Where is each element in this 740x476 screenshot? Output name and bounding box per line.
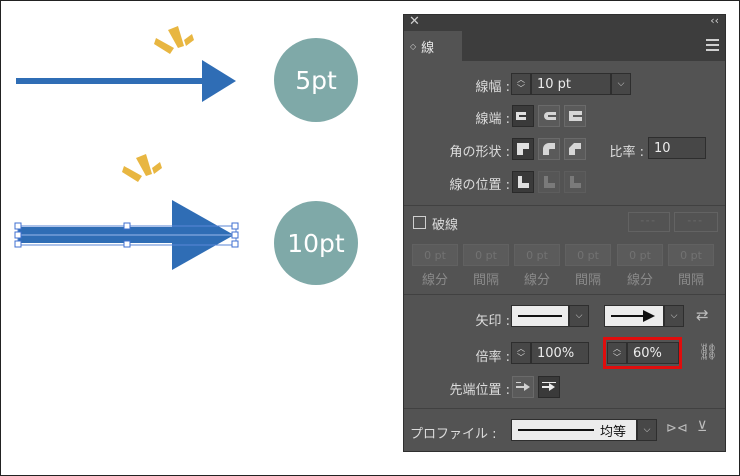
collapse-icon[interactable]: ‹‹	[710, 14, 719, 27]
align-inside-button[interactable]	[538, 171, 560, 193]
artboard: 5pt 10pt	[0, 0, 400, 476]
arrow-align-label: 先端位置 :	[449, 383, 510, 398]
stroke-weight-field[interactable]: 10 pt	[531, 73, 611, 95]
badge-5pt: 5pt	[274, 38, 358, 122]
align-center-button[interactable]	[512, 171, 534, 193]
round-cap-icon	[544, 112, 556, 120]
gap-field-1[interactable]: 0 pt	[463, 244, 509, 266]
gap-label-3: 間隔	[677, 273, 704, 288]
miter-join-icon	[517, 143, 529, 155]
align-inside-icon	[544, 176, 555, 188]
badge-10pt: 10pt	[274, 201, 358, 285]
round-join-button[interactable]	[538, 138, 560, 160]
start-arrowhead-select[interactable]	[511, 305, 569, 327]
bevel-join-icon	[569, 143, 581, 155]
dash-label-1: 線分	[421, 273, 448, 288]
uniform-profile-icon	[518, 429, 594, 431]
round-cap-button[interactable]	[538, 105, 560, 127]
miter-limit-field[interactable]: 10	[648, 137, 706, 159]
gap-label-2: 間隔	[574, 273, 601, 288]
projecting-cap-icon	[569, 111, 582, 121]
panel-titlebar: ✕ ‹‹	[404, 14, 725, 31]
cap-label: 線端 :	[475, 112, 510, 127]
start-scale-stepper[interactable]: ︿ ﹀	[511, 342, 531, 364]
profile-value: 均等	[600, 424, 627, 440]
gap-label-1: 間隔	[472, 273, 499, 288]
arrow-place-icon	[542, 382, 556, 391]
dash-field-2[interactable]: 0 pt	[514, 244, 560, 266]
gap-field-3[interactable]: 0 pt	[668, 244, 714, 266]
butt-cap-icon	[516, 112, 530, 120]
round-join-icon	[543, 143, 555, 155]
align-stroke-label: 線の位置 :	[449, 178, 510, 193]
scale-label: 倍率 :	[475, 350, 510, 365]
arrow-extend-icon	[516, 382, 530, 391]
bevel-join-button[interactable]	[564, 138, 586, 160]
link-scale-icon[interactable]: ⛓	[698, 342, 718, 361]
align-center-icon	[518, 176, 529, 188]
projecting-cap-button[interactable]	[564, 105, 586, 127]
separator	[404, 294, 725, 295]
arrow-right-icon	[611, 310, 655, 322]
profile-label: プロファイル :	[410, 427, 497, 442]
dash-field-1[interactable]: 0 pt	[412, 244, 458, 266]
dash-preserve-button[interactable]: ╴╴╴	[628, 212, 670, 232]
flip-vertical-icon[interactable]: ⊻	[697, 419, 707, 435]
panel-menu-icon[interactable]	[706, 39, 719, 54]
stroke-panel: ✕ ‹‹ ◇ 線 線幅 : ︿ ﹀ 10 pt ⌵ 線端 : 角の形状 : 比率 …	[403, 14, 726, 452]
dash-label-3: 線分	[626, 273, 653, 288]
dashed-line-label: 破線	[432, 218, 459, 233]
arrowheads-label: 矢印 :	[475, 314, 510, 329]
tab-stroke-label: 線	[421, 40, 435, 56]
end-arrowhead-dropdown[interactable]: ⌵	[664, 305, 684, 327]
arrow-tip-beyond-button[interactable]	[512, 376, 534, 398]
line-icon	[518, 315, 562, 317]
separator	[404, 408, 725, 409]
miter-limit-label: 比率 :	[609, 145, 644, 160]
arrow-tip-at-end-button[interactable]	[538, 376, 560, 398]
close-icon[interactable]: ✕	[409, 14, 420, 29]
stroke-weight-stepper[interactable]: ︿ ﹀	[511, 73, 531, 95]
end-arrowhead-select[interactable]	[604, 305, 664, 327]
stroke-weight-label: 線幅 :	[475, 80, 510, 95]
arrow-5pt[interactable]	[16, 58, 240, 104]
dash-label-2: 線分	[523, 273, 550, 288]
profile-dropdown[interactable]: ⌵	[637, 419, 657, 441]
corner-label: 角の形状 :	[449, 145, 510, 160]
tab-toggle-icon[interactable]: ◇	[410, 42, 416, 51]
dash-align-button[interactable]: ╴╴╴	[674, 212, 718, 232]
butt-cap-button[interactable]	[512, 105, 534, 127]
panel-tabbar: ◇ 線	[404, 31, 725, 61]
arrow-10pt-selected[interactable]	[12, 198, 244, 274]
tab-stroke[interactable]: ◇ 線	[404, 31, 462, 61]
start-arrowhead-dropdown[interactable]: ⌵	[569, 305, 589, 327]
highlight-box	[603, 337, 682, 369]
sparkle-icon-top	[154, 26, 194, 54]
separator	[404, 205, 725, 206]
flip-horizontal-icon[interactable]: ⊳⊲	[666, 421, 688, 436]
miter-join-button[interactable]	[512, 138, 534, 160]
profile-select[interactable]: 均等	[511, 419, 637, 441]
align-outside-icon	[570, 176, 581, 188]
stroke-weight-dropdown[interactable]: ⌵	[611, 73, 631, 95]
dashed-line-checkbox[interactable]	[413, 216, 426, 229]
sparkle-icon-bottom	[122, 154, 162, 182]
align-outside-button[interactable]	[564, 171, 586, 193]
dash-field-3[interactable]: 0 pt	[617, 244, 663, 266]
start-scale-field[interactable]: 100%	[531, 342, 589, 364]
gap-field-2[interactable]: 0 pt	[565, 244, 611, 266]
swap-arrows-icon[interactable]: ⇄	[696, 306, 709, 324]
